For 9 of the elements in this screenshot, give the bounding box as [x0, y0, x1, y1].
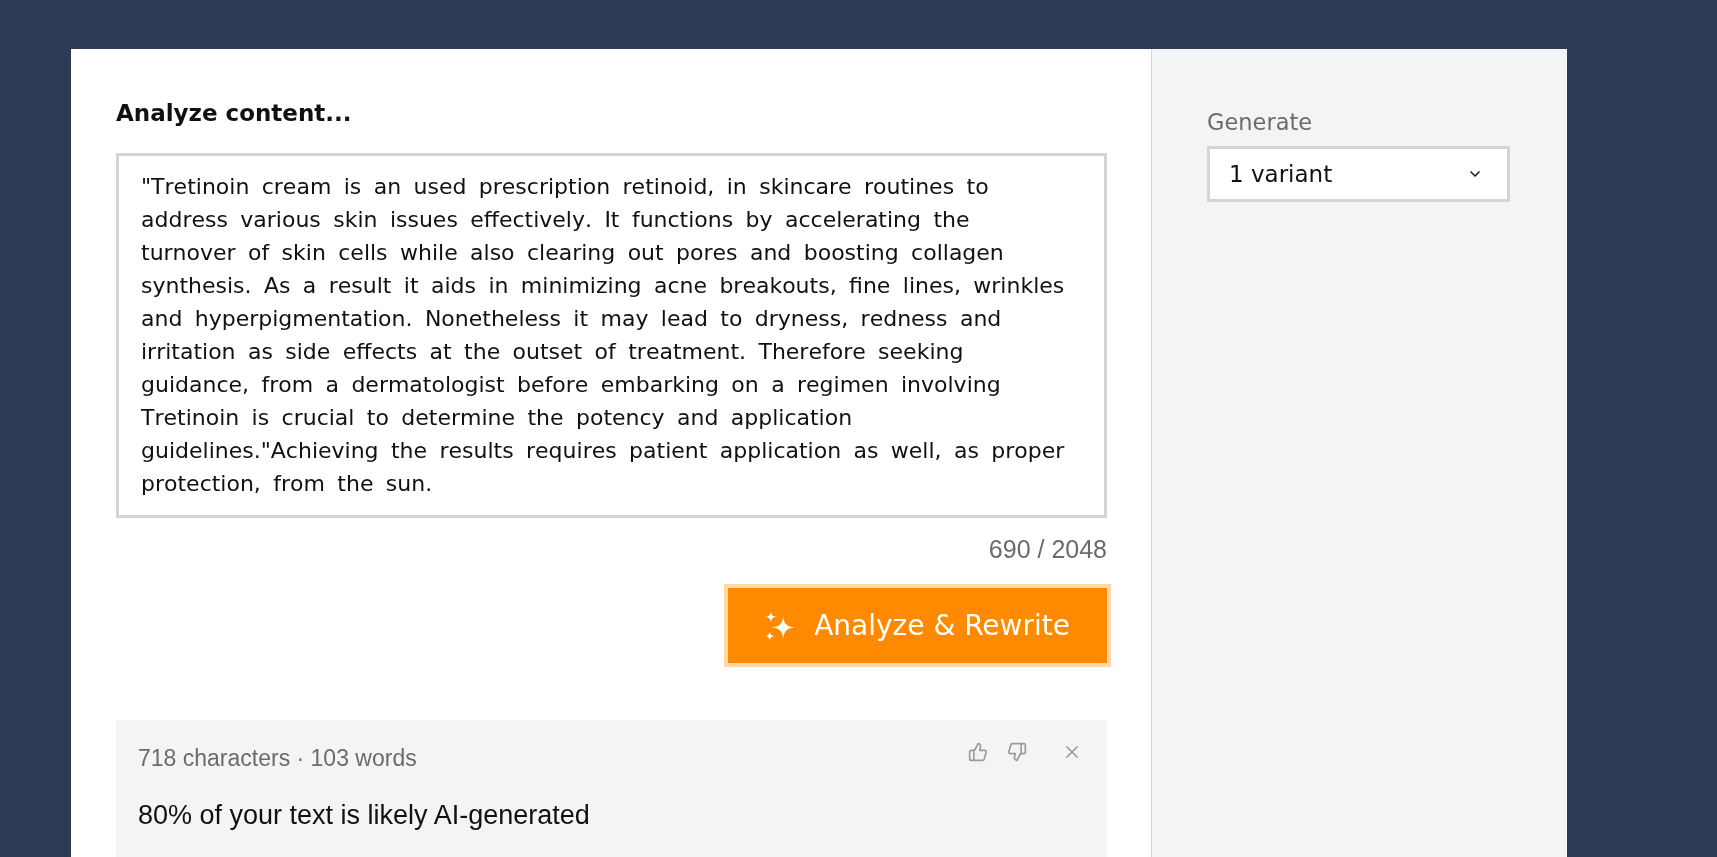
- text-input-field[interactable]: "Tretinoin cream is an used prescription retinoid, in skincare routines to address various skin issues effectively. It functions by accelerating the turnover of skin cells while also clearing out pores and boosting collagen synthesis. As a result it aids in minimizing acne breakouts, fine lines, wrinkles and hyperpigmentation. Nonetheless it may lead to dryness, redness and irritation as side effects at the outset of treatment. Therefore seeking guidance, from a dermatologist before embarking on a regimen involving Tretinoin is crucial to determine the potency and application guidelines."Achieving the results requires patient application as well, as proper protection, from the sun.: [116, 153, 1107, 518]
- ai-verdict-text: 80% of your text is likely AI-generated: [138, 799, 591, 831]
- thumbs-up-icon[interactable]: [968, 742, 988, 762]
- section-heading: Analyze content...: [116, 100, 352, 127]
- thumbs-down-icon[interactable]: [1007, 742, 1027, 762]
- variant-select[interactable]: 1 variant: [1207, 146, 1510, 202]
- generate-label: Generate: [1207, 108, 1313, 136]
- text-stats: 718 characters · 103 words: [138, 744, 417, 772]
- character-counter: 690 / 2048: [988, 535, 1107, 563]
